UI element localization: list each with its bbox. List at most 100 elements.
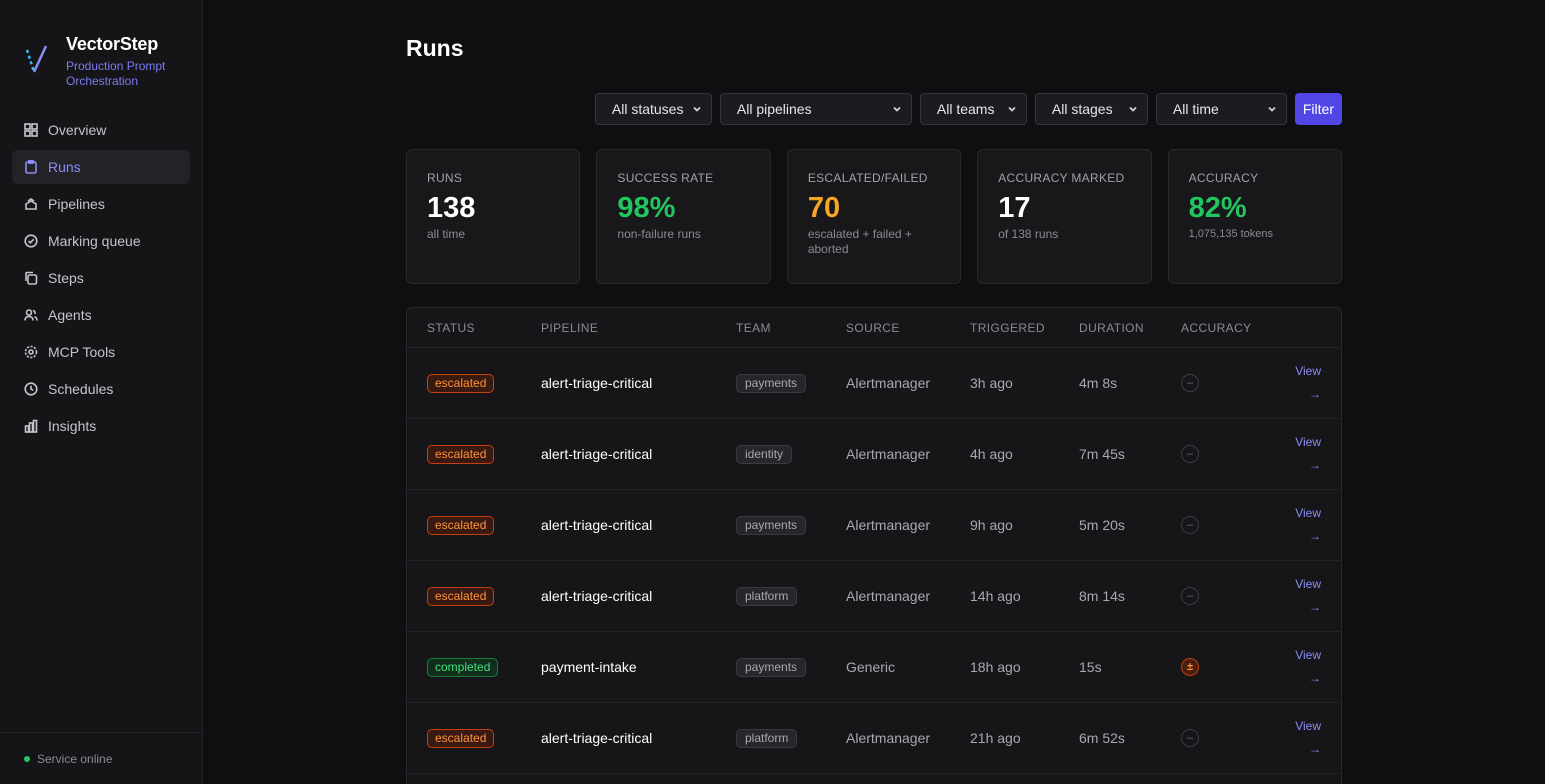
vectorstep-logo-icon: [25, 45, 48, 73]
nav-item-marking-queue[interactable]: Marking queue: [12, 224, 190, 258]
team-pill: payments: [736, 657, 807, 677]
team-select-value: All teams: [936, 101, 995, 117]
column-header-accuracy[interactable]: Accuracy: [1181, 321, 1252, 335]
nav-item-overview[interactable]: Overview: [12, 113, 190, 147]
stage-select[interactable]: All stages: [1034, 93, 1148, 125]
arrow-right-icon: →: [1309, 458, 1321, 472]
accuracy-unmarked-icon[interactable]: –: [1181, 445, 1199, 463]
accuracy-unmarked-icon[interactable]: –: [1181, 374, 1199, 392]
accuracy-unmarked-icon[interactable]: –: [1181, 729, 1199, 747]
nav-item-schedules[interactable]: Schedules: [12, 372, 190, 406]
status-badge: completed: [427, 657, 499, 677]
nav-item-label: Overview: [48, 122, 107, 138]
users-icon: [24, 309, 38, 321]
stat-sub: non-failure runs: [617, 227, 701, 241]
stat-sub: 1,075,135 tokens: [1188, 228, 1274, 240]
team-pill: payments: [736, 515, 807, 535]
stat-value: 98%: [617, 192, 676, 224]
view-link-label: View: [1295, 364, 1321, 378]
team-pill: platform: [736, 728, 798, 748]
arrow-right-icon: →: [1309, 742, 1321, 756]
gear-icon: [24, 345, 38, 359]
view-link[interactable]: View →: [1295, 431, 1321, 477]
arrow-right-icon: →: [1309, 671, 1321, 685]
view-link-label: View: [1295, 648, 1321, 662]
team-select[interactable]: All teams: [919, 93, 1027, 125]
status-badge: escalated: [427, 586, 495, 606]
stat-label: Accuracy marked: [998, 171, 1125, 185]
status-badge: escalated: [427, 515, 495, 535]
time-select-value: All time: [1172, 101, 1219, 117]
column-header-status[interactable]: Status: [427, 321, 475, 335]
view-link[interactable]: View →: [1295, 644, 1321, 690]
chevron-down-icon: [693, 106, 701, 112]
view-link[interactable]: View →: [1295, 573, 1321, 619]
column-header-pipeline[interactable]: Pipeline: [541, 321, 598, 335]
nav-item-insights[interactable]: Insights: [12, 409, 190, 443]
service-status: Service online: [0, 732, 203, 784]
status-badge: escalated: [427, 444, 495, 464]
view-link-label: View: [1295, 719, 1321, 733]
stat-label: Runs: [427, 171, 463, 185]
source: Alertmanager: [846, 588, 931, 604]
stat-card-runs: Runs 138 all time: [406, 149, 581, 284]
duration: 5m 20s: [1079, 517, 1125, 533]
triggered-time: 21h ago: [970, 730, 1021, 746]
source: Alertmanager: [846, 375, 931, 391]
pipeline-select[interactable]: All pipelines: [719, 93, 912, 125]
filter-bar: All statuses All pipelines All teams All…: [594, 93, 1342, 125]
nav-item-label: Schedules: [48, 381, 114, 397]
pipeline-name: alert-triage-critical: [541, 588, 653, 604]
table-row[interactable]: escalated alert-triage-critical payments…: [407, 348, 1341, 419]
duration: 4m 8s: [1079, 375, 1118, 391]
nav-item-pipelines[interactable]: Pipelines: [12, 187, 190, 221]
stat-sub: escalated + failed + aborted: [807, 227, 912, 256]
arrow-right-icon: →: [1309, 529, 1321, 543]
nav-item-label: Runs: [48, 159, 81, 175]
table-row[interactable]: escalated alert-triage-critical payments…: [407, 490, 1341, 561]
main-nav: Overview Runs Pipelines Marking queue St…: [12, 113, 190, 446]
brand[interactable]: VectorStep Production Prompt Orchestrati…: [24, 34, 176, 89]
view-link[interactable]: View →: [1295, 715, 1321, 761]
table-row[interactable]: completed payment-intake payments Generi…: [407, 632, 1341, 703]
duration: 7m 45s: [1079, 446, 1125, 462]
brand-tagline: Production Prompt Orchestration: [66, 59, 166, 88]
column-header-team[interactable]: Team: [736, 321, 771, 335]
nav-item-agents[interactable]: Agents: [12, 298, 190, 332]
triggered-time: 9h ago: [970, 517, 1013, 533]
column-header-duration[interactable]: Duration: [1079, 321, 1144, 335]
stat-value: 82%: [1188, 192, 1247, 224]
layers-icon: [25, 198, 37, 210]
filter-button[interactable]: Filter: [1294, 93, 1342, 125]
stat-value: 138: [427, 192, 476, 224]
stat-sub: of 138 runs: [998, 227, 1059, 241]
accuracy-unmarked-icon[interactable]: –: [1181, 587, 1199, 605]
stage-select-value: All stages: [1051, 101, 1113, 117]
accuracy-partial-icon[interactable]: ±: [1181, 658, 1199, 676]
view-link[interactable]: View →: [1295, 360, 1321, 406]
copy-icon: [25, 271, 38, 285]
arrow-right-icon: →: [1309, 600, 1321, 614]
status-select[interactable]: All statuses: [594, 93, 712, 125]
nav-item-steps[interactable]: Steps: [12, 261, 190, 295]
nav-item-mcp-tools[interactable]: MCP Tools: [12, 335, 190, 369]
pipeline-name: alert-triage-critical: [541, 730, 653, 746]
table-row[interactable]: escalated alert-triage-critical platform…: [407, 703, 1341, 774]
time-select[interactable]: All time: [1155, 93, 1287, 125]
table-row[interactable]: escalated alert-triage-critical identity…: [407, 419, 1341, 490]
accuracy-unmarked-icon[interactable]: –: [1181, 516, 1199, 534]
runs-table: Status Pipeline Team Source Triggered Du…: [406, 307, 1342, 784]
table-row[interactable]: escalated alert-triage-critical platform…: [407, 561, 1341, 632]
column-header-triggered[interactable]: Triggered: [970, 321, 1045, 335]
chevron-down-icon: [1268, 106, 1276, 112]
view-link-label: View: [1295, 435, 1321, 449]
clipboard-icon: [25, 160, 37, 174]
grid-icon: [24, 123, 38, 137]
stat-label: Success rate: [617, 171, 714, 185]
nav-item-runs[interactable]: Runs: [12, 150, 190, 184]
view-link[interactable]: View →: [1295, 502, 1321, 548]
pipeline-name: alert-triage-critical: [541, 446, 653, 462]
nav-item-label: MCP Tools: [48, 344, 116, 360]
column-header-source[interactable]: Source: [846, 321, 900, 335]
table-header: Status Pipeline Team Source Triggered Du…: [407, 308, 1341, 348]
